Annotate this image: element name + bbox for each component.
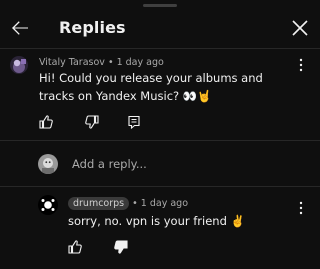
current-user-avatar	[38, 154, 58, 174]
reply-comment: drumcorps • 1 day ago sorry, no. vpn is …	[0, 187, 320, 269]
comment-time: 1 day ago	[116, 57, 164, 68]
replies-header: Replies	[0, 8, 320, 48]
meta-separator: •	[129, 198, 141, 209]
reply-like-icon[interactable]	[67, 239, 83, 255]
reply-author-avatar-photo	[38, 195, 58, 215]
drag-handle[interactable]	[143, 4, 177, 7]
dislike-icon[interactable]	[84, 114, 100, 130]
reply-author-avatar[interactable]	[38, 195, 58, 215]
meta-separator: •	[104, 57, 117, 68]
like-icon[interactable]	[38, 114, 54, 130]
close-icon	[292, 20, 308, 36]
back-arrow-icon	[12, 21, 28, 35]
comment-author[interactable]: Vitaly Tarasov	[39, 57, 105, 68]
current-user-avatar-photo	[38, 154, 58, 174]
header-divider	[0, 48, 320, 49]
close-button[interactable]	[288, 16, 312, 40]
reply-meta: drumcorps • 1 day ago	[68, 197, 188, 210]
avatar[interactable]	[10, 56, 28, 74]
reply-text: sorry, no. vpn is your friend ✌️	[68, 214, 245, 228]
replies-panel: Replies Vitaly Tarasov • 1 day ago Hi! C…	[0, 0, 320, 269]
comment-meta: Vitaly Tarasov • 1 day ago	[39, 56, 164, 69]
page-title: Replies	[59, 18, 126, 37]
reply-author-badge[interactable]: drumcorps	[68, 197, 130, 210]
user-avatar-photo	[10, 56, 28, 74]
reply-dislike-icon[interactable]	[113, 239, 129, 255]
reply-time: 1 day ago	[140, 198, 189, 209]
back-button[interactable]	[8, 16, 32, 40]
add-reply-input[interactable]: Add a reply...	[72, 157, 147, 171]
add-reply-bar[interactable]: Add a reply...	[0, 141, 320, 185]
original-comment: Vitaly Tarasov • 1 day ago Hi! Could you…	[0, 50, 320, 140]
comment-text: Hi! Could you release your albums and tr…	[39, 71, 263, 103]
reply-icon[interactable]	[126, 114, 142, 130]
